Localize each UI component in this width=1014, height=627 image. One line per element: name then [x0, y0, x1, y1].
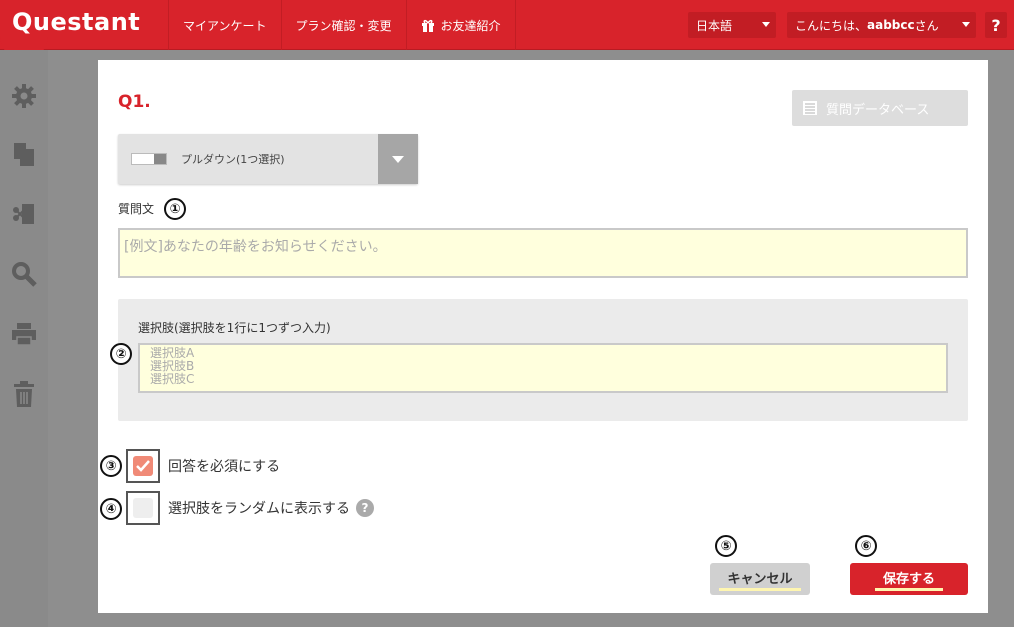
question-type-label: プルダウン(1つ選択) — [181, 153, 285, 166]
annotation-3: ③ — [100, 455, 122, 477]
question-type-select[interactable]: プルダウン(1つ選択) — [118, 134, 418, 184]
logic-icon[interactable] — [10, 200, 38, 228]
chevron-down-icon[interactable] — [378, 134, 418, 184]
language-label: 日本語 — [696, 18, 733, 33]
cancel-label: キャンセル — [719, 568, 801, 591]
annotation-1: ① — [164, 198, 186, 220]
app-header: Questant マイアンケート プラン確認・変更 お友達紹介 日本語 こんにち… — [0, 0, 1014, 60]
required-option[interactable]: 回答を必須にする — [124, 449, 280, 483]
checkmark-icon — [133, 456, 153, 476]
greeting-prefix: こんにちは、 — [795, 18, 868, 33]
search-icon[interactable] — [10, 260, 38, 288]
question-database-label: 質問データベース — [826, 102, 930, 118]
cancel-button[interactable]: キャンセル — [710, 563, 810, 595]
help-button[interactable]: ? — [985, 12, 1007, 38]
chevron-down-icon — [962, 22, 970, 27]
annotation-6: ⑥ — [855, 535, 877, 557]
sidebar — [0, 50, 48, 627]
nav-invite[interactable]: お友達紹介 — [407, 0, 516, 50]
nav-my-survey[interactable]: マイアンケート — [168, 0, 282, 50]
logo[interactable]: Questant — [12, 8, 140, 36]
trash-icon[interactable] — [10, 380, 38, 408]
chevron-down-icon — [762, 22, 770, 27]
greeting-suffix: さん — [914, 18, 939, 33]
language-select[interactable]: 日本語 — [688, 12, 776, 38]
print-icon[interactable] — [10, 320, 38, 348]
help-icon[interactable]: ? — [356, 499, 374, 517]
gift-icon — [421, 19, 434, 32]
annotation-4: ④ — [100, 498, 122, 520]
choices-label: 選択肢(選択肢を1行に1つずつ入力) — [138, 321, 331, 335]
question-text-label: 質問文 — [118, 202, 155, 216]
nav-invite-label: お友達紹介 — [440, 18, 501, 33]
user-menu[interactable]: こんにちは、 aabbcc さん — [787, 12, 976, 38]
required-checkbox[interactable] — [126, 449, 160, 483]
unchecked-box — [133, 498, 153, 518]
save-button[interactable]: 保存する — [850, 563, 968, 595]
choices-panel: 選択肢(選択肢を1行に1つずつ入力) 選択肢A 選択肢B 選択肢C — [118, 299, 968, 421]
list-icon — [803, 101, 817, 115]
choice-placeholder-line: 選択肢C — [150, 372, 195, 386]
username: aabbcc — [867, 18, 915, 32]
required-label: 回答を必須にする — [168, 459, 281, 475]
gear-icon[interactable] — [10, 82, 38, 110]
nav-plan[interactable]: プラン確認・変更 — [282, 0, 407, 50]
question-number: Q1. — [118, 92, 151, 112]
save-label: 保存する — [874, 568, 943, 591]
annotation-5: ⑤ — [715, 535, 737, 557]
question-text-input[interactable]: [例文]あなたの年齢をお知らせください。 — [118, 228, 968, 278]
question-database-button[interactable]: 質問データベース — [792, 90, 968, 126]
random-checkbox[interactable] — [126, 491, 160, 525]
annotation-2: ② — [110, 343, 132, 365]
dropdown-type-icon — [131, 153, 167, 165]
choices-textarea[interactable]: 選択肢A 選択肢B 選択肢C — [138, 343, 948, 393]
random-option[interactable]: 選択肢をランダムに表示する ? — [124, 491, 374, 525]
question-editor-card: Q1. 質問データベース プルダウン(1つ選択) 質問文 ① [例文]あなたの年… — [98, 60, 988, 613]
copy-icon[interactable] — [10, 140, 38, 168]
choice-placeholder-line: 選択肢B — [150, 359, 195, 373]
main-nav: マイアンケート プラン確認・変更 お友達紹介 — [168, 0, 516, 50]
random-label: 選択肢をランダムに表示する — [168, 501, 350, 517]
choice-placeholder-line: 選択肢A — [150, 346, 195, 360]
